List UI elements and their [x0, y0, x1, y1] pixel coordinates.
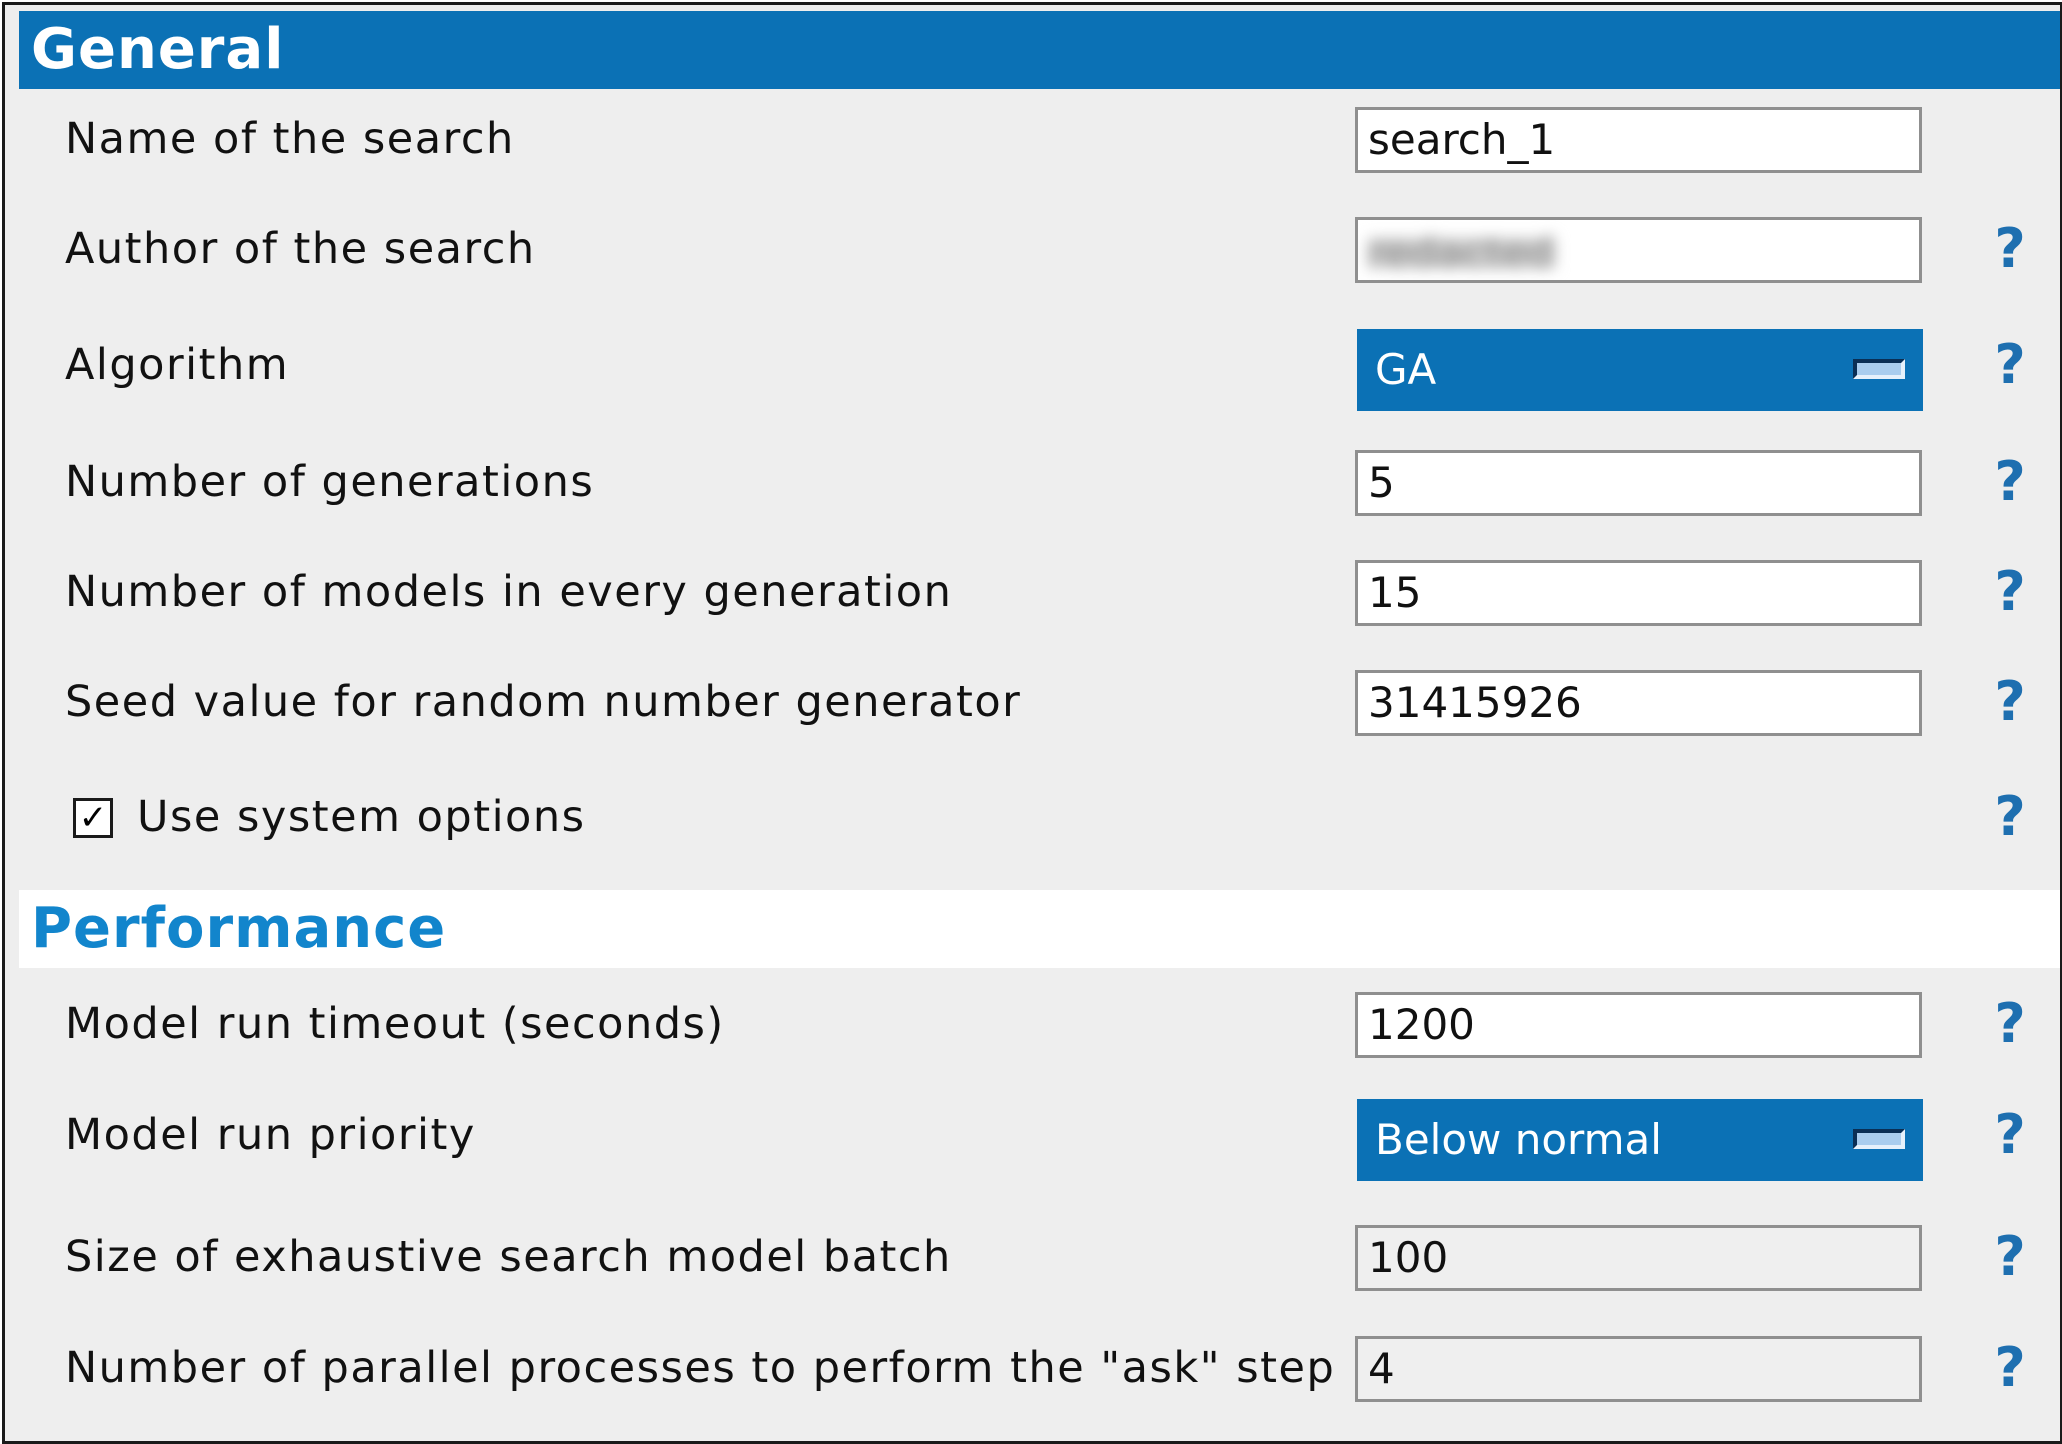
batch-size-label: Size of exhaustive search model batch — [65, 1232, 952, 1282]
seed-help-icon[interactable]: ? — [1990, 662, 2030, 742]
general-section-header: General — [19, 11, 2060, 89]
timeout-help-icon[interactable]: ? — [1990, 984, 2030, 1064]
priority-label: Model run priority — [65, 1110, 476, 1160]
generations-row: Number of generations 5 ? — [5, 442, 2060, 522]
use-system-options-row: ✓ Use system options ? — [5, 777, 2060, 857]
dropdown-handle-icon[interactable] — [1853, 1129, 1905, 1149]
use-system-options-help-icon[interactable]: ? — [1990, 777, 2030, 857]
algorithm-select[interactable]: GA — [1357, 329, 1923, 411]
search-name-row: Name of the search search_1 — [5, 99, 2060, 179]
models-per-generation-help-icon[interactable]: ? — [1990, 552, 2030, 632]
timeout-label: Model run timeout (seconds) — [65, 999, 725, 1049]
parallel-processes-label: Number of parallel processes to perform … — [65, 1343, 1336, 1393]
models-per-generation-label: Number of models in every generation — [65, 567, 953, 617]
generations-input[interactable]: 5 — [1355, 450, 1922, 516]
generations-label: Number of generations — [65, 457, 595, 507]
models-per-generation-input[interactable]: 15 — [1355, 560, 1922, 626]
parallel-processes-help-icon[interactable]: ? — [1990, 1328, 2030, 1408]
batch-size-help-icon[interactable]: ? — [1990, 1217, 2030, 1297]
search-name-label: Name of the search — [65, 114, 515, 164]
timeout-row: Model run timeout (seconds) 1200 ? — [5, 984, 2060, 1064]
use-system-options-label[interactable]: Use system options — [137, 777, 586, 857]
algorithm-label: Algorithm — [65, 340, 290, 390]
parallel-processes-row: Number of parallel processes to perform … — [5, 1328, 2060, 1408]
batch-size-row: Size of exhaustive search model batch 10… — [5, 1217, 2060, 1297]
seed-input[interactable]: 31415926 — [1355, 670, 1922, 736]
dropdown-handle-icon[interactable] — [1853, 359, 1905, 379]
priority-row: Model run priority Below normal ? — [5, 1095, 2060, 1181]
priority-selected-value: Below normal — [1375, 1115, 1662, 1164]
search-settings-panel: General Name of the search search_1 Auth… — [2, 2, 2062, 1444]
author-row: Author of the search redacted ? — [5, 209, 2060, 289]
models-per-generation-row: Number of models in every generation 15 … — [5, 552, 2060, 632]
performance-section-header: Performance — [19, 890, 2060, 968]
algorithm-help-icon[interactable]: ? — [1990, 325, 2030, 405]
algorithm-selected-value: GA — [1375, 345, 1437, 394]
author-label: Author of the search — [65, 224, 536, 274]
parallel-processes-input[interactable]: 4 — [1355, 1336, 1922, 1402]
priority-select[interactable]: Below normal — [1357, 1099, 1923, 1181]
generations-help-icon[interactable]: ? — [1990, 442, 2030, 522]
author-value-redacted: redacted — [1368, 227, 1555, 277]
seed-row: Seed value for random number generator 3… — [5, 662, 2060, 742]
batch-size-input[interactable]: 100 — [1355, 1225, 1922, 1291]
timeout-input[interactable]: 1200 — [1355, 992, 1922, 1058]
author-help-icon[interactable]: ? — [1990, 209, 2030, 289]
search-name-input[interactable]: search_1 — [1355, 107, 1922, 173]
seed-label: Seed value for random number generator — [65, 677, 1022, 727]
author-input[interactable]: redacted — [1355, 217, 1922, 283]
algorithm-row: Algorithm GA ? — [5, 325, 2060, 411]
priority-help-icon[interactable]: ? — [1990, 1095, 2030, 1175]
use-system-options-checkbox[interactable]: ✓ — [73, 798, 113, 838]
